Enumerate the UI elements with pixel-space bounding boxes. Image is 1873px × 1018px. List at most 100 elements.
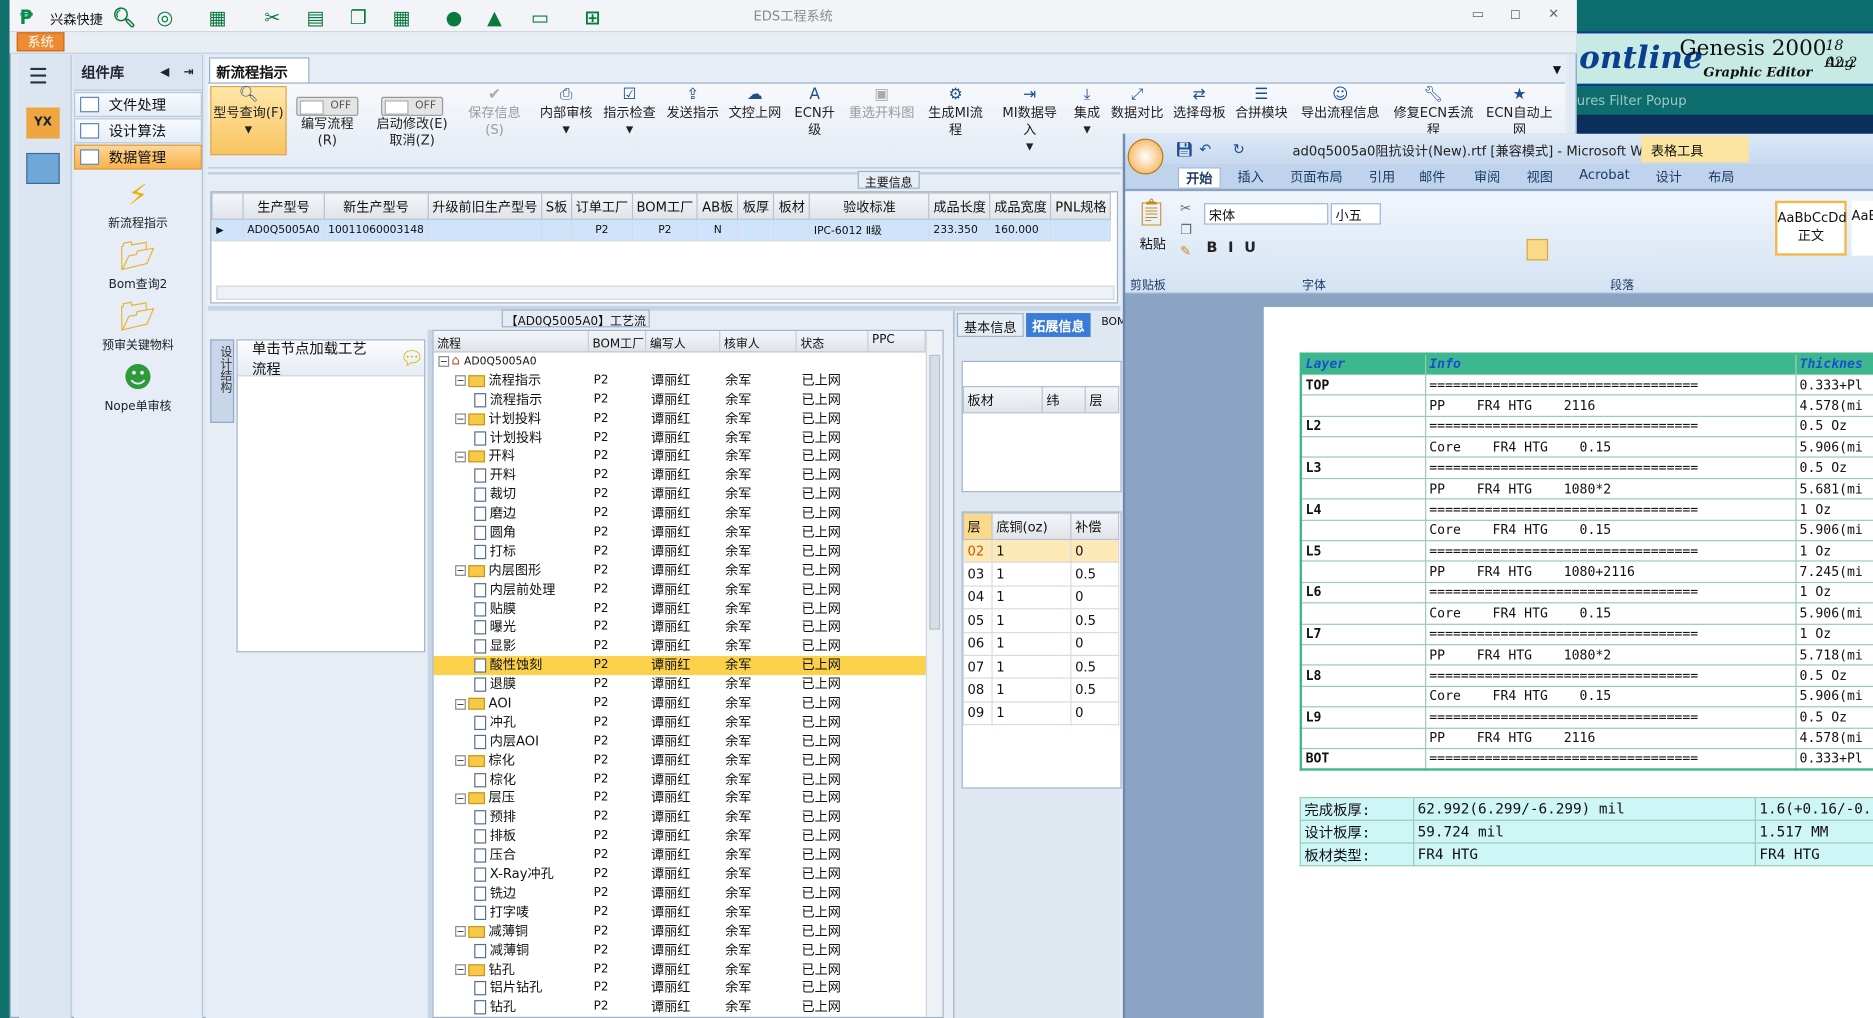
tree-node[interactable]: 钻孔 P2 谭丽红 余军 已上网 bbox=[434, 998, 943, 1017]
column-header[interactable]: AB板 bbox=[696, 192, 739, 220]
reselect-cut-button[interactable]: ▣ 重选开料图 bbox=[848, 87, 915, 122]
tree-node[interactable]: 冲孔 P2 谭丽红 余军 已上网 bbox=[434, 713, 943, 732]
ecn-upgrade-button[interactable]: A ECN升级 bbox=[791, 87, 839, 138]
layer-row[interactable]: 03 1 0.5 bbox=[962, 562, 1120, 587]
tab-design[interactable]: 设计 bbox=[1656, 167, 1682, 186]
integrate-button[interactable]: ⤓ 集成 ▼ bbox=[1070, 87, 1103, 138]
layer-row[interactable]: 09 1 0 bbox=[962, 701, 1120, 726]
column-header[interactable]: 新生产型号 bbox=[323, 192, 429, 220]
generate-mi-button[interactable]: ⚙ 生成MI流程 bbox=[922, 87, 989, 138]
tree-node[interactable]: 开料 P2 谭丽红 余军 已上网 bbox=[434, 466, 943, 485]
column-header[interactable]: S板 bbox=[540, 192, 572, 220]
pin-icon[interactable]: ⇥ bbox=[184, 66, 194, 79]
column-header[interactable]: 生产型号 bbox=[242, 192, 325, 220]
column-header[interactable]: 板厚 bbox=[737, 192, 775, 220]
mi-import-button[interactable]: ⇥ MI数据导入 ▼ bbox=[996, 87, 1063, 155]
system-tab[interactable]: 系统 bbox=[16, 32, 65, 52]
collapse-icon[interactable]: − bbox=[455, 375, 466, 387]
tree-node[interactable]: 裁切 P2 谭丽红 余军 已上网 bbox=[434, 485, 943, 504]
save-info-button[interactable]: ✔ 保存信息(S) bbox=[461, 87, 528, 138]
format-painter-icon[interactable]: ✎ bbox=[1180, 244, 1191, 260]
tab-basic-info[interactable]: 基本信息 bbox=[956, 313, 1024, 337]
model-query-button[interactable]: 🔍︎ 型号查询(F) ▼ bbox=[210, 86, 287, 156]
data-compare-button[interactable]: ⤢ 数据对比 bbox=[1111, 87, 1164, 122]
tool-new-flow[interactable]: ⚡ 新流程指示 bbox=[74, 177, 202, 231]
tree-node[interactable]: − 开料 P2 谭丽红 余军 已上网 bbox=[434, 447, 943, 466]
export-flow-button[interactable]: ☺ 导出流程信息 bbox=[1300, 87, 1381, 122]
tree-node[interactable]: 圆角 P2 谭丽红 余军 已上网 bbox=[434, 523, 943, 542]
tree-node[interactable]: 磨边 P2 谭丽红 余军 已上网 bbox=[434, 504, 943, 523]
close-button[interactable]: ✕ bbox=[1548, 6, 1559, 22]
tree-node[interactable]: − 流程指示 P2 谭丽红 余军 已上网 bbox=[434, 371, 943, 390]
collapse-icon[interactable]: − bbox=[455, 926, 466, 938]
select-motherboard-button[interactable]: ⇄ 选择母板 bbox=[1173, 87, 1226, 122]
instruction-check-button[interactable]: ☑ 指示检查 ▼ bbox=[602, 87, 657, 138]
tab-review[interactable]: 审阅 bbox=[1474, 167, 1500, 186]
tree-node[interactable]: 显影 P2 谭丽红 余军 已上网 bbox=[434, 637, 943, 656]
yx-logo-icon[interactable]: YX bbox=[26, 107, 60, 139]
maximize-button[interactable]: ◻ bbox=[1510, 6, 1521, 22]
vertical-scrollbar[interactable] bbox=[925, 330, 943, 1017]
save-icon[interactable]: 💾︎ bbox=[1175, 141, 1193, 158]
scroll-thumb[interactable] bbox=[929, 354, 941, 630]
side-tab-design[interactable]: 设计结构 bbox=[210, 339, 235, 423]
library-item-file[interactable]: 文件处理 bbox=[74, 92, 202, 118]
tree-node[interactable]: − AOI P2 谭丽红 余军 已上网 bbox=[434, 694, 943, 713]
tree-node[interactable]: − 内层图形 P2 谭丽红 余军 已上网 bbox=[434, 561, 943, 580]
send-instruction-button[interactable]: ⇪ 发送指示 bbox=[667, 87, 720, 122]
tree-node[interactable]: 贴膜 P2 谭丽红 余军 已上网 bbox=[434, 599, 943, 618]
tree-node[interactable]: − 层压 P2 谭丽红 余军 已上网 bbox=[434, 789, 943, 808]
font-format-buttons[interactable]: BIU bbox=[1206, 239, 1266, 256]
collapse-icon[interactable]: − bbox=[455, 451, 466, 463]
tab-new-flow[interactable]: 新流程指示× bbox=[209, 57, 310, 99]
doc-control-button[interactable]: ☁ 文控上网 bbox=[729, 87, 782, 122]
tree-node[interactable]: 曝光 P2 谭丽红 余军 已上网 bbox=[434, 618, 943, 637]
table-tools-tab[interactable]: 表格工具 bbox=[1641, 136, 1749, 163]
tree-node[interactable]: 棕化 P2 谭丽红 余军 已上网 bbox=[434, 770, 943, 789]
table-row[interactable]: ▶ AD0Q5005A0 10011060003148 P2 P2 N IPC-6012 Ⅱ… bbox=[211, 218, 1112, 242]
align-left-icon[interactable] bbox=[1526, 238, 1549, 261]
collapse-icon[interactable]: − bbox=[455, 565, 466, 577]
horizontal-scrollbar[interactable] bbox=[216, 285, 1115, 300]
column-header[interactable]: PNL规格 bbox=[1050, 192, 1112, 220]
tab-mailings[interactable]: 邮件 bbox=[1419, 167, 1445, 186]
layer-row[interactable]: 05 1 0.5 bbox=[962, 608, 1120, 633]
library-item-data[interactable]: 数据管理 bbox=[74, 144, 202, 170]
tab-home[interactable]: 开始 bbox=[1177, 167, 1221, 189]
tree-root[interactable]: − ⌂ AD0Q5005A0 bbox=[434, 352, 943, 371]
column-header[interactable]: BOM工厂 bbox=[631, 192, 699, 220]
collapse-icon[interactable]: − bbox=[455, 964, 466, 975]
tree-node[interactable]: X-Ray冲孔 P2 谭丽红 余军 已上网 bbox=[434, 865, 943, 884]
collapse-icon[interactable]: − bbox=[455, 413, 466, 425]
tab-layout[interactable]: 页面布局 bbox=[1290, 167, 1343, 186]
tool-bom-query[interactable]: 📂︎ Bom查询2 bbox=[74, 238, 202, 292]
merge-module-button[interactable]: ☰ 合拼模块 bbox=[1235, 87, 1288, 122]
tab-table-layout[interactable]: 布局 bbox=[1708, 167, 1734, 186]
font-size-select[interactable]: 小五 bbox=[1330, 203, 1381, 225]
hamburger-icon[interactable]: ☰ bbox=[29, 65, 48, 90]
tab-menu-icon[interactable]: ▼ bbox=[1553, 65, 1561, 77]
tree-node[interactable]: 退膜 P2 谭丽红 余军 已上网 bbox=[434, 675, 943, 694]
paste-icon[interactable]: 📋︎ bbox=[1135, 198, 1168, 228]
tree-node[interactable]: 内层AOI P2 谭丽红 余军 已上网 bbox=[434, 732, 943, 751]
tree-node[interactable]: 排板 P2 谭丽红 余军 已上网 bbox=[434, 827, 943, 846]
tab-acrobat[interactable]: Acrobat bbox=[1579, 167, 1630, 183]
tool-nope-review[interactable]: ☻ Nope单审核 bbox=[74, 360, 202, 414]
column-header[interactable]: 升级前旧生产型号 bbox=[427, 192, 543, 220]
tool-prereview[interactable]: 📂︎ 预审关键物料 bbox=[74, 299, 202, 353]
tree-node[interactable]: − 减薄铜 P2 谭丽红 余军 已上网 bbox=[434, 922, 943, 941]
tree-node[interactable]: 打标 P2 谭丽红 余军 已上网 bbox=[434, 542, 943, 561]
column-header[interactable]: 板材 bbox=[773, 192, 811, 220]
calculator-icon[interactable] bbox=[26, 152, 60, 185]
collapse-icon[interactable]: − bbox=[455, 698, 466, 710]
start-edit-toggle[interactable]: OFF 启动修改(E) 取消(Z) bbox=[375, 87, 449, 149]
minimize-button[interactable]: ▭ bbox=[1472, 6, 1484, 22]
layer-row[interactable]: 02 1 0 bbox=[962, 538, 1120, 564]
layer-row[interactable]: 06 1 0 bbox=[962, 631, 1120, 656]
column-header[interactable]: 成品长度 bbox=[928, 192, 991, 220]
tree-node[interactable]: − 棕化 P2 谭丽红 余军 已上网 bbox=[434, 751, 943, 770]
collapse-icon[interactable]: − bbox=[438, 355, 450, 367]
collapse-icon[interactable]: − bbox=[455, 755, 466, 767]
library-item-algorithm[interactable]: 设计算法 bbox=[74, 118, 202, 144]
tree-node[interactable]: 流程指示 P2 谭丽红 余军 已上网 bbox=[434, 390, 943, 409]
